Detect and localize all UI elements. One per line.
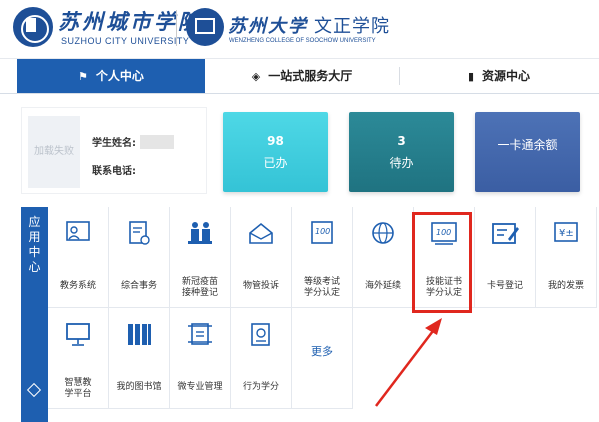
done-label: 已办 bbox=[263, 156, 288, 170]
app-tile[interactable]: 海外延续 bbox=[353, 207, 414, 308]
svg-text:100: 100 bbox=[315, 227, 330, 236]
envelope-icon bbox=[249, 222, 273, 244]
student-name-value bbox=[140, 135, 174, 149]
student-name-label: 学生姓名: bbox=[92, 138, 136, 149]
university-name: 苏州城市学院 bbox=[58, 9, 202, 34]
app-tile-label: 等级考试 学分认定 bbox=[303, 277, 340, 298]
todo-count: 3 bbox=[397, 134, 406, 148]
app-tile-label: 新冠疫苗 接种登记 bbox=[181, 277, 218, 298]
card-balance-stat-card[interactable]: 一卡通余额 bbox=[475, 112, 580, 192]
todo-stat-card[interactable]: 3 待办 bbox=[349, 112, 454, 192]
invoice-icon: ¥± bbox=[554, 222, 578, 242]
app-tile[interactable]: 综合事务 bbox=[109, 207, 170, 308]
app-tile[interactable]: 行为学分 bbox=[231, 308, 292, 409]
app-center-title: 应用中心 bbox=[28, 215, 41, 274]
main-nav: ⚑ 个人中心 ◈ 一站式服务大厅 ▮ 资源中心 bbox=[0, 58, 599, 94]
app-tile[interactable]: 教务系统 bbox=[48, 207, 109, 308]
done-stat-card[interactable]: 98 已办 bbox=[223, 112, 328, 192]
app-tile[interactable]: 100 等级考试 学分认定 bbox=[292, 207, 353, 308]
tab-label: 资源中心 bbox=[482, 69, 531, 83]
app-tile-label: 卡号登记 bbox=[486, 281, 523, 291]
user-icon: ⚑ bbox=[78, 70, 88, 83]
done-count: 98 bbox=[267, 134, 284, 148]
tab-resource-center[interactable]: ▮ 资源中心 bbox=[399, 59, 599, 93]
profile-card: 加载失败 学生姓名: 联系电话: bbox=[21, 107, 207, 194]
scroll-icon bbox=[188, 323, 212, 345]
todo-label: 待办 bbox=[389, 156, 414, 170]
app-tile-label: 教务系统 bbox=[59, 281, 96, 291]
app-tile-label: 更多 bbox=[311, 345, 333, 358]
book-icon: ▮ bbox=[467, 70, 475, 83]
tab-label: 一站式服务大厅 bbox=[268, 69, 353, 83]
app-tile-label: 物管投诉 bbox=[242, 281, 279, 291]
header: 苏州城市学院 SUZHOU CITY UNIVERSITY 苏州大学 文正学院 W… bbox=[0, 0, 599, 56]
layers-icon: ◈ bbox=[251, 70, 261, 83]
college-name-b: 文正学院 bbox=[314, 16, 390, 37]
college-name-a: 苏州大学 bbox=[228, 16, 308, 37]
score-100-icon: 100 bbox=[311, 221, 333, 244]
globe-icon bbox=[372, 222, 394, 244]
college-logo-icon bbox=[186, 8, 224, 46]
monitor-icon bbox=[66, 323, 90, 346]
app-tile[interactable]: 微专业管理 bbox=[170, 308, 231, 409]
svg-text:¥±: ¥± bbox=[559, 228, 574, 239]
books-icon bbox=[128, 324, 151, 345]
edit-card-icon bbox=[492, 223, 519, 244]
app-tile-label: 我的发票 bbox=[547, 281, 584, 291]
document-gear-icon bbox=[129, 221, 150, 245]
card-balance-label: 一卡通余额 bbox=[497, 138, 558, 152]
app-tile-label: 海外延续 bbox=[364, 281, 401, 291]
university-logo-icon bbox=[13, 7, 53, 47]
app-tile-label: 微专业管理 bbox=[177, 382, 223, 392]
annotation-highlight-box bbox=[412, 212, 472, 313]
app-tile[interactable]: 智慧教 学平台 bbox=[48, 308, 109, 409]
app-tile[interactable]: 我的图书馆 bbox=[109, 308, 170, 409]
university-name-en: SUZHOU CITY UNIVERSITY bbox=[61, 36, 190, 46]
app-tile-label: 综合事务 bbox=[120, 281, 157, 291]
app-center: 应用中心 教务系统 综合事务 新冠疫苗 接种登记 物管投诉 100 等级考试 学分认定 海外延续… bbox=[21, 207, 599, 422]
app-tile-label: 智慧教 学平台 bbox=[64, 378, 92, 399]
divider bbox=[176, 10, 177, 46]
tab-service-hall[interactable]: ◈ 一站式服务大厅 bbox=[205, 59, 399, 93]
tab-label: 个人中心 bbox=[95, 69, 144, 83]
app-tile[interactable]: 物管投诉 bbox=[231, 207, 292, 308]
college-name-en: WENZHENG COLLEGE OF SOOCHOW UNIVERSITY bbox=[229, 38, 376, 44]
app-tile-label: 行为学分 bbox=[242, 382, 279, 392]
app-tile[interactable]: ¥± 我的发票 bbox=[536, 207, 597, 308]
app-tile-label: 我的图书馆 bbox=[116, 382, 162, 392]
college-name: 苏州大学 文正学院 bbox=[228, 12, 390, 38]
phone-label: 联系电话: bbox=[92, 166, 136, 177]
teacher-board-icon bbox=[66, 221, 90, 241]
app-tile[interactable]: 新冠疫苗 接种登记 bbox=[170, 207, 231, 308]
tab-personal-center[interactable]: ⚑ 个人中心 bbox=[17, 59, 205, 93]
app-tile[interactable]: 卡号登记 bbox=[475, 207, 536, 308]
avatar: 加载失败 bbox=[28, 116, 80, 188]
app-grid: 教务系统 综合事务 新冠疫苗 接种登记 物管投诉 100 等级考试 学分认定 海外延续 100 技能… bbox=[48, 207, 599, 422]
clipboard-icon bbox=[251, 323, 270, 346]
vaccination-icon bbox=[188, 222, 212, 244]
cube-icon bbox=[26, 382, 42, 398]
app-center-sidebar: 应用中心 bbox=[21, 207, 48, 422]
more-button[interactable]: 更多 bbox=[292, 308, 353, 409]
